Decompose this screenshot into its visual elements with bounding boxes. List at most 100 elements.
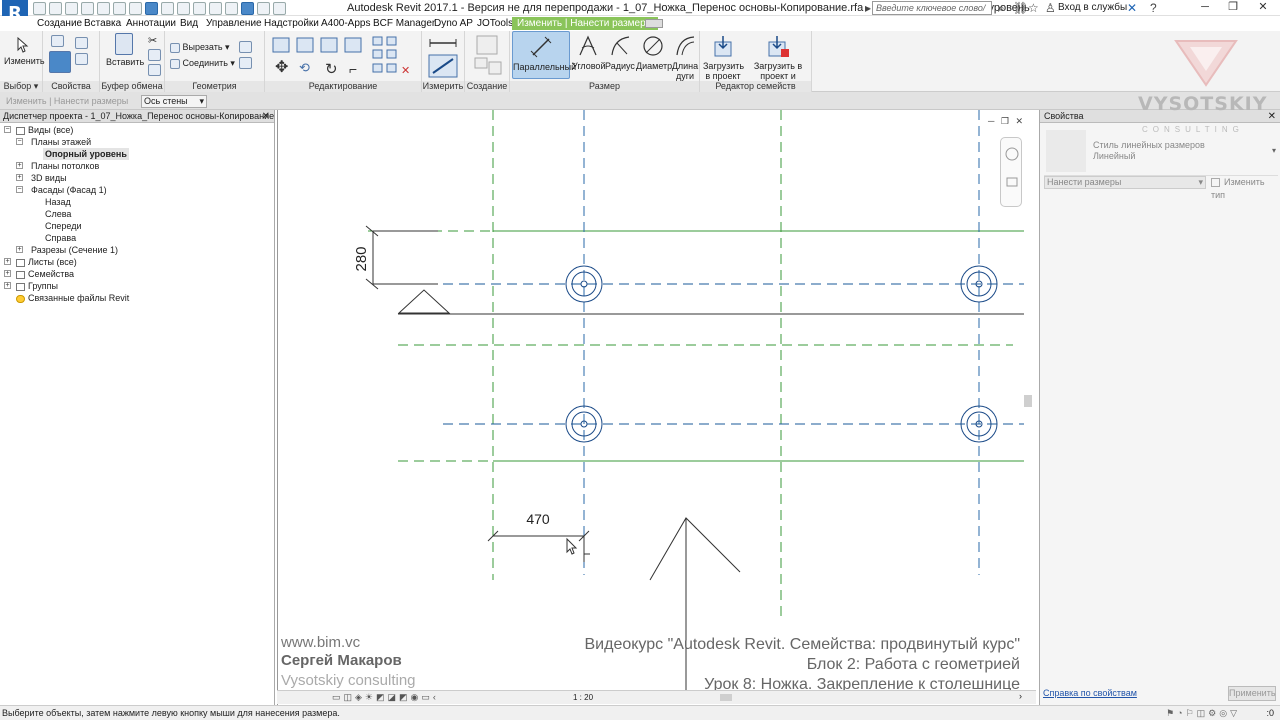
print-icon[interactable] [113,1,126,15]
sync-icon[interactable] [65,1,78,15]
paste-button[interactable]: Вставить [106,33,144,67]
tree-ref-level[interactable]: Опорный уровень [43,148,129,160]
tree-floor-plans[interactable]: Планы этажей [31,136,91,148]
scroll-right-icon[interactable]: › [1019,691,1022,701]
thin-lines-icon[interactable] [225,1,238,15]
paint-icon[interactable] [239,57,252,69]
properties-icon[interactable] [49,51,71,73]
load-into-project-button[interactable]: Загрузить в проект [703,34,744,81]
view-control-icons[interactable]: ▭◫◈☀◩◪◩◉▭‹ [332,692,439,703]
modify-button[interactable]: Изменить [4,37,45,66]
save-icon[interactable] [49,1,62,15]
open-icon[interactable] [33,1,46,15]
join-geometry-button[interactable]: Соединить ▾ [170,58,235,69]
pick-reference-select[interactable]: Ось стены ▾ [141,95,207,108]
expand-icon[interactable]: + [4,258,11,265]
radial-dimension-button[interactable]: Радиус [605,34,635,71]
tree-views-all[interactable]: Виды (все) [16,124,73,136]
measure-icon[interactable] [129,1,142,15]
tab-jotools[interactable]: JOTools [477,17,513,30]
aligned-dimension-button[interactable]: Параллельный [512,31,576,79]
ribbon-minimize-icon[interactable] [645,19,663,28]
expand-icon[interactable]: + [16,246,23,253]
split-face-icon[interactable] [239,41,252,53]
collapse-icon[interactable]: − [16,138,23,145]
tree-revit-links[interactable]: Связанные файлы Revit [16,292,129,304]
tab-bcf-manager[interactable]: BCF Manager [373,17,435,30]
exchange-icon[interactable]: ✕ [1127,1,1137,15]
user-icon[interactable]: ♙ [1045,1,1056,15]
apply-button[interactable]: Применить [1228,686,1276,701]
tab-insert[interactable]: Вставка [84,17,121,30]
tab-addins[interactable]: Надстройки [264,17,319,30]
drawing-canvas[interactable]: 280 470 [277,110,1036,705]
copy-icon[interactable] [148,49,161,61]
plan-drawing[interactable]: 280 470 [278,110,1037,690]
expand-icon[interactable]: + [16,174,23,181]
family-types-icon[interactable] [75,53,88,65]
signin-button[interactable]: Вход в службы [1058,2,1127,13]
status-icons[interactable]: ⚑◔⚐◫⚙◎▽ [1166,708,1240,719]
measure-icon[interactable] [427,35,461,79]
tab-dyno-ap[interactable]: Dyno AP [434,17,473,30]
switch-windows-icon[interactable] [257,1,270,15]
favorites-icon[interactable]: ☆ [1028,1,1039,15]
cut-geometry-button[interactable]: Вырезать ▾ [170,42,230,53]
arc-length-dimension-button[interactable]: Длина дуги [671,34,699,81]
diameter-dimension-button[interactable]: Диаметр [636,34,672,71]
tree-elev-right[interactable]: Справа [45,232,76,244]
tab-modify-place-dimensions[interactable]: Изменить | Нанести размеры [512,17,658,30]
section-icon[interactable] [209,1,222,15]
minimize-button[interactable]: ─ [1192,0,1218,16]
redo-icon[interactable] [97,1,110,15]
3d-view-icon[interactable] [193,1,206,15]
match-type-icon[interactable] [148,64,161,76]
family-category-icon[interactable] [51,35,64,47]
tab-annotate[interactable]: Аннотации [126,17,176,30]
restore-button[interactable]: ❐ [1220,0,1246,16]
help-icon[interactable]: ? [1150,1,1157,15]
search-input[interactable]: Введите ключевое слово/фразу [872,1,992,25]
expand-icon[interactable]: + [16,162,23,169]
chevron-down-icon[interactable]: ▾ [1272,146,1276,155]
modify-tools-icons[interactable]: ✥ ⟲ ↻ ⌐ ✕ [269,34,419,82]
tree-elevations[interactable]: Фасады (Фасад 1) [31,184,107,196]
tab-a400-apps[interactable]: A400-Apps [321,17,370,30]
navigation-bar[interactable] [1000,137,1022,207]
horizontal-scrollbar[interactable] [720,694,732,701]
edit-type-button[interactable]: Изменить тип [1211,176,1280,202]
view-window-controls[interactable]: ─ ❐ ✕ [988,116,1025,127]
search-icon[interactable]: ⌕ [998,1,1005,15]
tree-groups[interactable]: Группы [16,280,58,292]
close-icon[interactable]: ✕ [262,110,270,122]
type-properties-icon[interactable] [75,37,88,49]
collapse-icon[interactable]: − [4,126,11,133]
customize-qat-icon[interactable] [273,1,286,15]
tree-elev-left[interactable]: Слева [45,208,71,220]
tree-sections[interactable]: Разрезы (Сечение 1) [31,244,118,256]
close-hidden-icon[interactable] [241,1,254,15]
search-arrow-icon[interactable]: ▸ [865,1,871,15]
subscription-icon[interactable]: ⛓ [1013,1,1028,15]
tab-view[interactable]: Вид [180,17,198,30]
tree-elev-front[interactable]: Спереди [45,220,81,232]
view-scale[interactable]: 1 : 20 [573,693,593,702]
tree-3d-views[interactable]: 3D виды [31,172,67,184]
tab-manage[interactable]: Управление [206,17,262,30]
type-selector[interactable]: Стиль линейных размеров Линейный ▾ [1044,130,1278,176]
close-window-button[interactable]: ✕ [1250,0,1276,16]
text-icon[interactable] [177,1,190,15]
aligned-dimension-icon[interactable] [145,1,158,15]
properties-help-link[interactable]: Справка по свойствам [1043,688,1137,698]
undo-icon[interactable] [81,1,94,15]
panel-select-title[interactable]: Выбор ▾ [0,81,42,92]
vertical-scrollbar[interactable] [1024,395,1032,407]
tree-ceiling-plans[interactable]: Планы потолков [31,160,99,172]
angular-dimension-button[interactable]: Угловой [572,34,605,71]
tab-create[interactable]: Создание [37,17,82,30]
tag-icon[interactable] [161,1,174,15]
create-tools-icon[interactable] [473,34,503,78]
properties-filter-select[interactable]: Нанести размеры ▾ [1044,176,1206,189]
tree-elev-back[interactable]: Назад [45,196,71,208]
cut-icon[interactable]: ✂ [148,34,161,47]
